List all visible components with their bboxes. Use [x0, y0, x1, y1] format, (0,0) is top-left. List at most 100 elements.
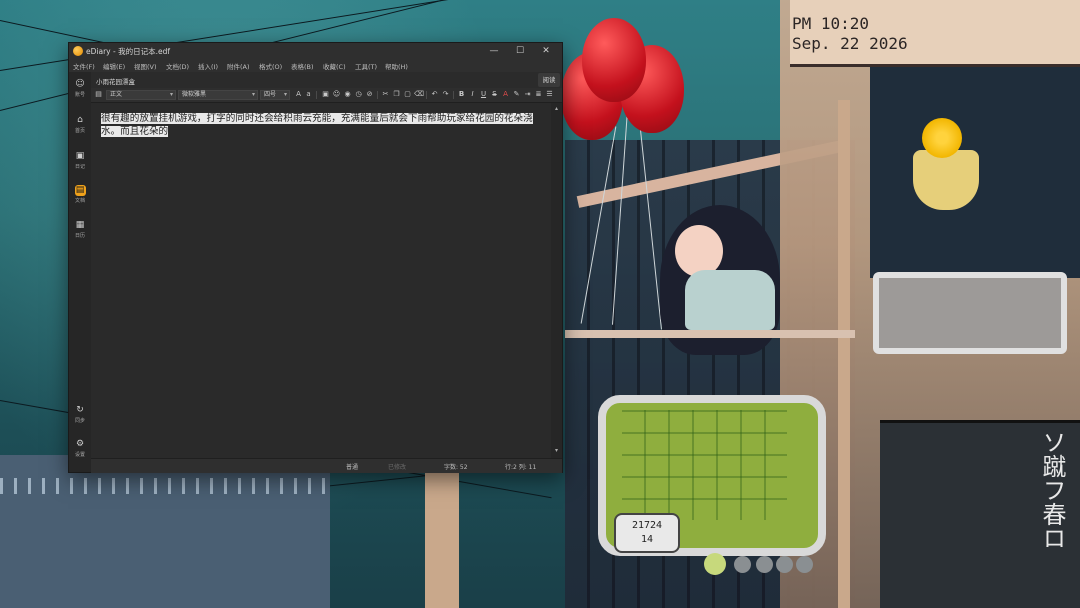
counter-sub: 14	[640, 534, 654, 545]
format-toolbar: ▤ 正文 ▾ 微软雅黑 ▾ 四号 ▾ A a ▣ ☺ ◉ ◷ ⊘ ✂ ❐ ▢ ⌫…	[91, 88, 562, 103]
paragraph-style-value: 正文	[110, 91, 123, 98]
sidebar-item-more[interactable]: ≡ 更多	[69, 470, 91, 472]
sidebar-item-home[interactable]: ⌂ 首页	[69, 112, 91, 140]
chevron-down-icon: ▾	[251, 91, 255, 98]
clock-icon[interactable]: ◷	[354, 90, 363, 99]
italic-icon[interactable]: I	[468, 90, 477, 99]
menu-edit[interactable]: 编辑(E)	[103, 61, 125, 71]
sidebar-item-calendar[interactable]: ▦ 日历	[69, 217, 91, 245]
garden-dock	[704, 552, 814, 576]
dock-circle-icon[interactable]	[796, 556, 813, 573]
calendar-icon: ▦	[75, 220, 85, 230]
highlight-icon[interactable]: ✎	[512, 90, 521, 99]
link-icon[interactable]: ⊘	[365, 90, 374, 99]
status-cursor-position: 行:2 列: 11	[505, 464, 537, 471]
sidebar-item-label: 同步	[74, 418, 85, 424]
outline-icon[interactable]: ▤	[94, 90, 103, 99]
yellow-flower	[922, 118, 962, 158]
balcony-post	[838, 100, 850, 608]
flower-box	[873, 272, 1067, 354]
cut-icon[interactable]: ✂	[381, 90, 390, 99]
garden-plot-grid[interactable]	[622, 410, 787, 520]
menu-table[interactable]: 表格(B)	[291, 61, 314, 71]
balcony-railing	[565, 330, 855, 338]
editor-content[interactable]: 很有趣的放置挂机游戏，打字的同时还会给积雨云充能，充满能量后就会下雨帮助玩家给花…	[101, 112, 541, 138]
tab-document-title[interactable]: 小雨花园漂盒	[96, 76, 135, 86]
maximize-button[interactable]: ☐	[509, 44, 531, 58]
minimize-button[interactable]: —	[483, 44, 505, 58]
strikethrough-icon[interactable]: S	[490, 90, 499, 99]
image-icon[interactable]: ▣	[321, 90, 330, 99]
sidebar-item-label: 日记	[74, 164, 85, 170]
scroll-up-icon[interactable]: ▴	[553, 105, 560, 112]
menu-view[interactable]: 视图(V)	[134, 61, 157, 71]
menu-tools[interactable]: 工具(T)	[355, 61, 377, 71]
copy-icon[interactable]: ❐	[392, 90, 401, 99]
sidebar-item-document[interactable]: ▤ 文档	[69, 182, 91, 210]
status-word-count: 字数: 52	[444, 464, 468, 471]
clock-time: PM 10:20	[792, 14, 870, 33]
font-family-select[interactable]: 微软雅黑 ▾	[178, 90, 258, 100]
font-grow-icon[interactable]: A	[294, 90, 303, 99]
emoji-icon[interactable]: ☺	[332, 90, 341, 99]
chevron-down-icon: ▾	[283, 91, 287, 98]
sidebar-item-sync[interactable]: ↻ 同步	[69, 402, 91, 430]
font-family-value: 微软雅黑	[182, 91, 207, 98]
dock-circle-icon[interactable]	[734, 556, 751, 573]
read-mode-button[interactable]: 阅读	[538, 73, 560, 87]
menu-document[interactable]: 文档(D)	[166, 61, 189, 71]
delete-icon[interactable]: ⌫	[414, 90, 424, 99]
dock-plant-icon[interactable]	[704, 553, 726, 575]
redo-icon[interactable]: ↷	[441, 90, 450, 99]
street-sign-text: ソ蹴フ春ロ	[1038, 430, 1066, 550]
menu-favorites[interactable]: 收藏(C)	[323, 61, 346, 71]
home-icon: ⌂	[77, 115, 83, 125]
text-color-icon[interactable]: A	[501, 90, 510, 99]
underline-icon[interactable]: U	[479, 90, 488, 99]
document-icon: ▤	[74, 185, 86, 196]
font-size-value: 四号	[264, 91, 277, 98]
toolbar-separator	[426, 91, 427, 99]
title-bar[interactable]: eDiary - 我的日记本.edf — ☐ ✕	[69, 43, 562, 59]
window-title: eDiary - 我的日记本.edf	[86, 47, 170, 56]
undo-icon[interactable]: ↶	[430, 90, 439, 99]
sidebar-item-label: 账号	[74, 92, 85, 98]
sidebar-item-label: 首页	[74, 128, 85, 134]
menu-insert[interactable]: 插入(I)	[198, 61, 218, 71]
sidebar-item-label: 设置	[74, 452, 85, 458]
editor-area[interactable]: 很有趣的放置挂机游戏，打字的同时还会给积雨云充能，充满能量后就会下雨帮助玩家给花…	[91, 103, 551, 458]
sidebar-item-diary[interactable]: ▣ 日记	[69, 148, 91, 176]
menu-attachment[interactable]: 附件(A)	[227, 61, 250, 71]
font-size-select[interactable]: 四号 ▾	[260, 90, 290, 100]
user-icon: ☺	[75, 79, 85, 89]
indent-icon[interactable]: ⇥	[523, 90, 532, 99]
symbol-icon[interactable]: ◉	[343, 90, 352, 99]
sidebar-item-settings[interactable]: ⚙ 设置	[69, 436, 91, 464]
paragraph-style-select[interactable]: 正文 ▾	[106, 90, 176, 100]
dock-circle-icon[interactable]	[756, 556, 773, 573]
close-button[interactable]: ✕	[535, 44, 557, 58]
vertical-scrollbar[interactable]: ▴ ▾	[551, 103, 562, 458]
status-bar: 普通 已修改 字数: 52 行:2 列: 11	[91, 458, 562, 473]
desktop-clock: PM 10:20 Sep. 22 2026	[792, 14, 908, 54]
bold-icon[interactable]: B	[457, 90, 466, 99]
font-shrink-icon[interactable]: a	[304, 90, 313, 99]
bullet-list-icon[interactable]: ≣	[534, 90, 543, 99]
menu-file[interactable]: 文件(F)	[73, 61, 95, 71]
garden-counter: 21724 14	[614, 513, 680, 553]
align-icon[interactable]: ☰	[545, 90, 554, 99]
gear-icon: ⚙	[75, 439, 85, 449]
toolbar-separator	[453, 91, 454, 99]
selected-text[interactable]: 很有趣的放置挂机游戏，打字的同时还会给积雨云充能，充满能量后就会下雨帮助玩家给花…	[101, 113, 533, 137]
house-railing	[0, 478, 330, 494]
left-sidebar: ☺ 账号 ⌂ 首页 ▣ 日记 ▤ 文档 ▦ 日历 ↻ 同步 ⚙ 设置 ≡ 更多	[69, 72, 91, 472]
sidebar-item-account[interactable]: ☺ 账号	[69, 76, 91, 104]
menu-bar: 文件(F) 编辑(E) 视图(V) 文档(D) 插入(I) 附件(A) 格式(O…	[69, 59, 562, 72]
menu-format[interactable]: 格式(O)	[259, 61, 282, 71]
scroll-down-icon[interactable]: ▾	[553, 447, 560, 454]
utility-pole	[425, 470, 459, 608]
menu-help[interactable]: 帮助(H)	[385, 61, 408, 71]
paste-icon[interactable]: ▢	[403, 90, 412, 99]
sync-icon: ↻	[76, 405, 84, 415]
dock-circle-icon[interactable]	[776, 556, 793, 573]
